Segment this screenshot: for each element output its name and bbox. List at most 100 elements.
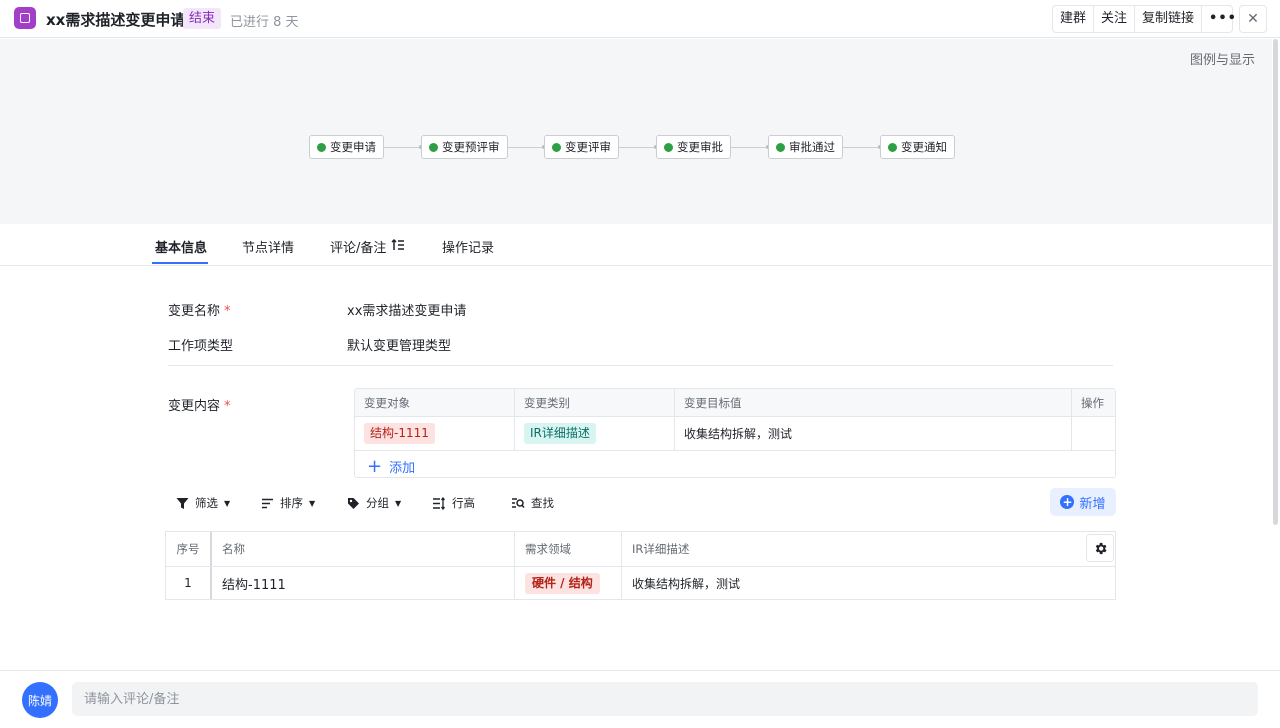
column-header: IR详细描述 bbox=[632, 542, 690, 556]
table-header-row: 变更对象 变更类别 变更目标值 操作 bbox=[355, 389, 1115, 417]
tab-node-details[interactable]: 节点详情 bbox=[242, 237, 294, 256]
tab-bar: 基本信息 节点详情 评论/备注 操作记录 bbox=[0, 224, 1272, 266]
table-row[interactable]: 1 结构-1111 硬件 / 结构 收集结构拆解，测试 bbox=[166, 567, 1115, 599]
work-item-type-label: 工作项类型 bbox=[168, 339, 234, 354]
plus-icon: + bbox=[367, 455, 383, 477]
legend-display-link[interactable]: 图例与显示 bbox=[1190, 49, 1255, 68]
flow-node-approved[interactable]: 审批通过 bbox=[768, 135, 843, 159]
tab-comments[interactable]: 评论/备注 bbox=[330, 237, 386, 256]
search-icon bbox=[512, 497, 525, 508]
header-actions: 建群 关注 复制链接 ••• bbox=[1052, 5, 1236, 33]
change-target-cell[interactable]: 收集结构拆解，测试 bbox=[675, 417, 1072, 450]
status-dot-icon bbox=[429, 142, 438, 152]
copy-link-button[interactable]: 复制链接 bbox=[1135, 6, 1203, 32]
column-header: 变更目标值 bbox=[675, 389, 1072, 416]
row-height-button[interactable]: 行高 bbox=[432, 495, 475, 511]
table-settings-button[interactable] bbox=[1086, 534, 1114, 562]
flow-node-label: 变更预评审 bbox=[442, 140, 500, 154]
flow-node-notify[interactable]: 变更通知 bbox=[880, 135, 955, 159]
filter-button[interactable]: 筛选 ▼ bbox=[176, 495, 230, 511]
create-group-button[interactable]: 建群 bbox=[1053, 6, 1095, 32]
flow-node-label: 变更申请 bbox=[330, 140, 376, 154]
flow-connector bbox=[724, 145, 770, 149]
sort-icon bbox=[262, 498, 273, 508]
caret-down-icon: ▼ bbox=[395, 498, 402, 508]
change-content-label: 变更内容 * bbox=[168, 399, 231, 414]
group-label: 分组 bbox=[366, 496, 389, 510]
column-header: 名称 bbox=[212, 532, 515, 566]
close-icon[interactable]: ✕ bbox=[1239, 5, 1267, 33]
name-cell[interactable]: 结构-1111 bbox=[212, 567, 515, 599]
row-height-icon bbox=[433, 496, 446, 510]
more-icon[interactable]: ••• bbox=[1202, 6, 1236, 32]
flow-node-label: 变更评审 bbox=[565, 140, 611, 154]
domain-cell[interactable]: 硬件 / 结构 bbox=[515, 567, 622, 599]
gear-icon bbox=[1095, 542, 1106, 554]
flow-node-pre-review[interactable]: 变更预评审 bbox=[421, 135, 508, 159]
change-category-cell[interactable]: IR详细描述 bbox=[515, 417, 675, 450]
status-badge: 结束 bbox=[183, 8, 222, 29]
tab-operation-log[interactable]: 操作记录 bbox=[442, 237, 494, 256]
column-header: 需求领域 bbox=[515, 532, 622, 566]
column-header: 操作 bbox=[1081, 395, 1104, 410]
row-number-cell: 1 bbox=[166, 567, 212, 599]
change-object-tag: 结构-1111 bbox=[364, 423, 435, 444]
flow-node-label: 变更审批 bbox=[677, 140, 723, 154]
plus-circle-icon: + bbox=[1060, 495, 1075, 509]
change-name-label: 变更名称 * bbox=[168, 304, 231, 319]
filter-icon bbox=[176, 497, 189, 509]
status-dot-icon bbox=[664, 142, 673, 152]
status-dot-icon bbox=[552, 142, 561, 152]
elapsed-time: 已进行 8 天 bbox=[230, 15, 299, 30]
domain-tag: 硬件 / 结构 bbox=[525, 572, 600, 594]
requirements-table: 序号 名称 需求领域 IR详细描述 1 结构-1111 硬件 / 结构 收集结构… bbox=[165, 531, 1116, 600]
column-header: 序号 bbox=[166, 532, 212, 566]
tab-basic-info[interactable]: 基本信息 bbox=[155, 237, 207, 256]
column-header: 变更对象 bbox=[355, 389, 515, 416]
sort-label: 排序 bbox=[280, 496, 303, 510]
comment-input[interactable] bbox=[72, 682, 1258, 716]
sort-button[interactable]: 排序 ▼ bbox=[261, 495, 315, 511]
flow-node-approval[interactable]: 变更审批 bbox=[656, 135, 731, 159]
filter-label: 筛选 bbox=[195, 496, 218, 510]
ir-description-cell[interactable]: 收集结构拆解，测试 bbox=[622, 567, 1115, 599]
caret-down-icon: ▼ bbox=[224, 498, 231, 508]
header-bar: xx需求描述变更申请 结束 已进行 8 天 建群 关注 复制链接 ••• ✕ bbox=[0, 0, 1280, 38]
add-row-button[interactable]: + 添加 bbox=[367, 457, 415, 476]
status-dot-icon bbox=[888, 142, 897, 152]
table-row: 结构-1111 IR详细描述 收集结构拆解，测试 bbox=[355, 417, 1115, 451]
status-dot-icon bbox=[776, 142, 785, 152]
find-button[interactable]: 查找 bbox=[511, 495, 554, 511]
column-header: 变更类别 bbox=[515, 389, 675, 416]
change-object-cell[interactable]: 结构-1111 bbox=[355, 417, 515, 450]
change-category-tag: IR详细描述 bbox=[524, 423, 596, 444]
page-title: xx需求描述变更申请 bbox=[46, 11, 186, 29]
change-content-table: 变更对象 变更类别 变更目标值 操作 结构-1111 IR详细描述 收集结构拆解… bbox=[354, 388, 1116, 478]
follow-button[interactable]: 关注 bbox=[1094, 6, 1136, 32]
flow-node-label: 变更通知 bbox=[901, 140, 947, 154]
form-app-icon bbox=[14, 7, 36, 29]
section-divider bbox=[168, 365, 1113, 366]
avatar[interactable]: 陈婧 bbox=[22, 682, 58, 718]
sort-order-icon[interactable] bbox=[391, 238, 405, 252]
vertical-scrollbar[interactable] bbox=[1273, 39, 1278, 525]
tag-icon bbox=[348, 497, 359, 509]
flow-node-review[interactable]: 变更评审 bbox=[544, 135, 619, 159]
row-height-label: 行高 bbox=[452, 496, 475, 510]
new-label: 新增 bbox=[1079, 496, 1106, 512]
work-item-type-value[interactable]: 默认变更管理类型 bbox=[347, 335, 451, 354]
change-name-value[interactable]: xx需求描述变更申请 bbox=[347, 300, 466, 319]
flow-connector bbox=[378, 145, 423, 149]
flow-node-change-request[interactable]: 变更申请 bbox=[309, 135, 384, 159]
flow-connector bbox=[836, 145, 882, 149]
group-button[interactable]: 分组 ▼ bbox=[347, 495, 401, 511]
flow-connector bbox=[612, 145, 658, 149]
operation-cell[interactable] bbox=[1072, 417, 1115, 450]
flow-node-label: 审批通过 bbox=[789, 140, 835, 154]
add-new-button[interactable]: + 新增 bbox=[1050, 488, 1116, 516]
flow-connector bbox=[500, 145, 546, 149]
active-tab-indicator bbox=[152, 262, 208, 264]
table-header-row: 序号 名称 需求领域 IR详细描述 bbox=[166, 532, 1115, 567]
workflow-diagram: 图例与显示 变更申请 变更预评审 变更评审 变更审批 审批通过 变更通知 bbox=[0, 39, 1272, 224]
find-label: 查找 bbox=[531, 496, 554, 510]
